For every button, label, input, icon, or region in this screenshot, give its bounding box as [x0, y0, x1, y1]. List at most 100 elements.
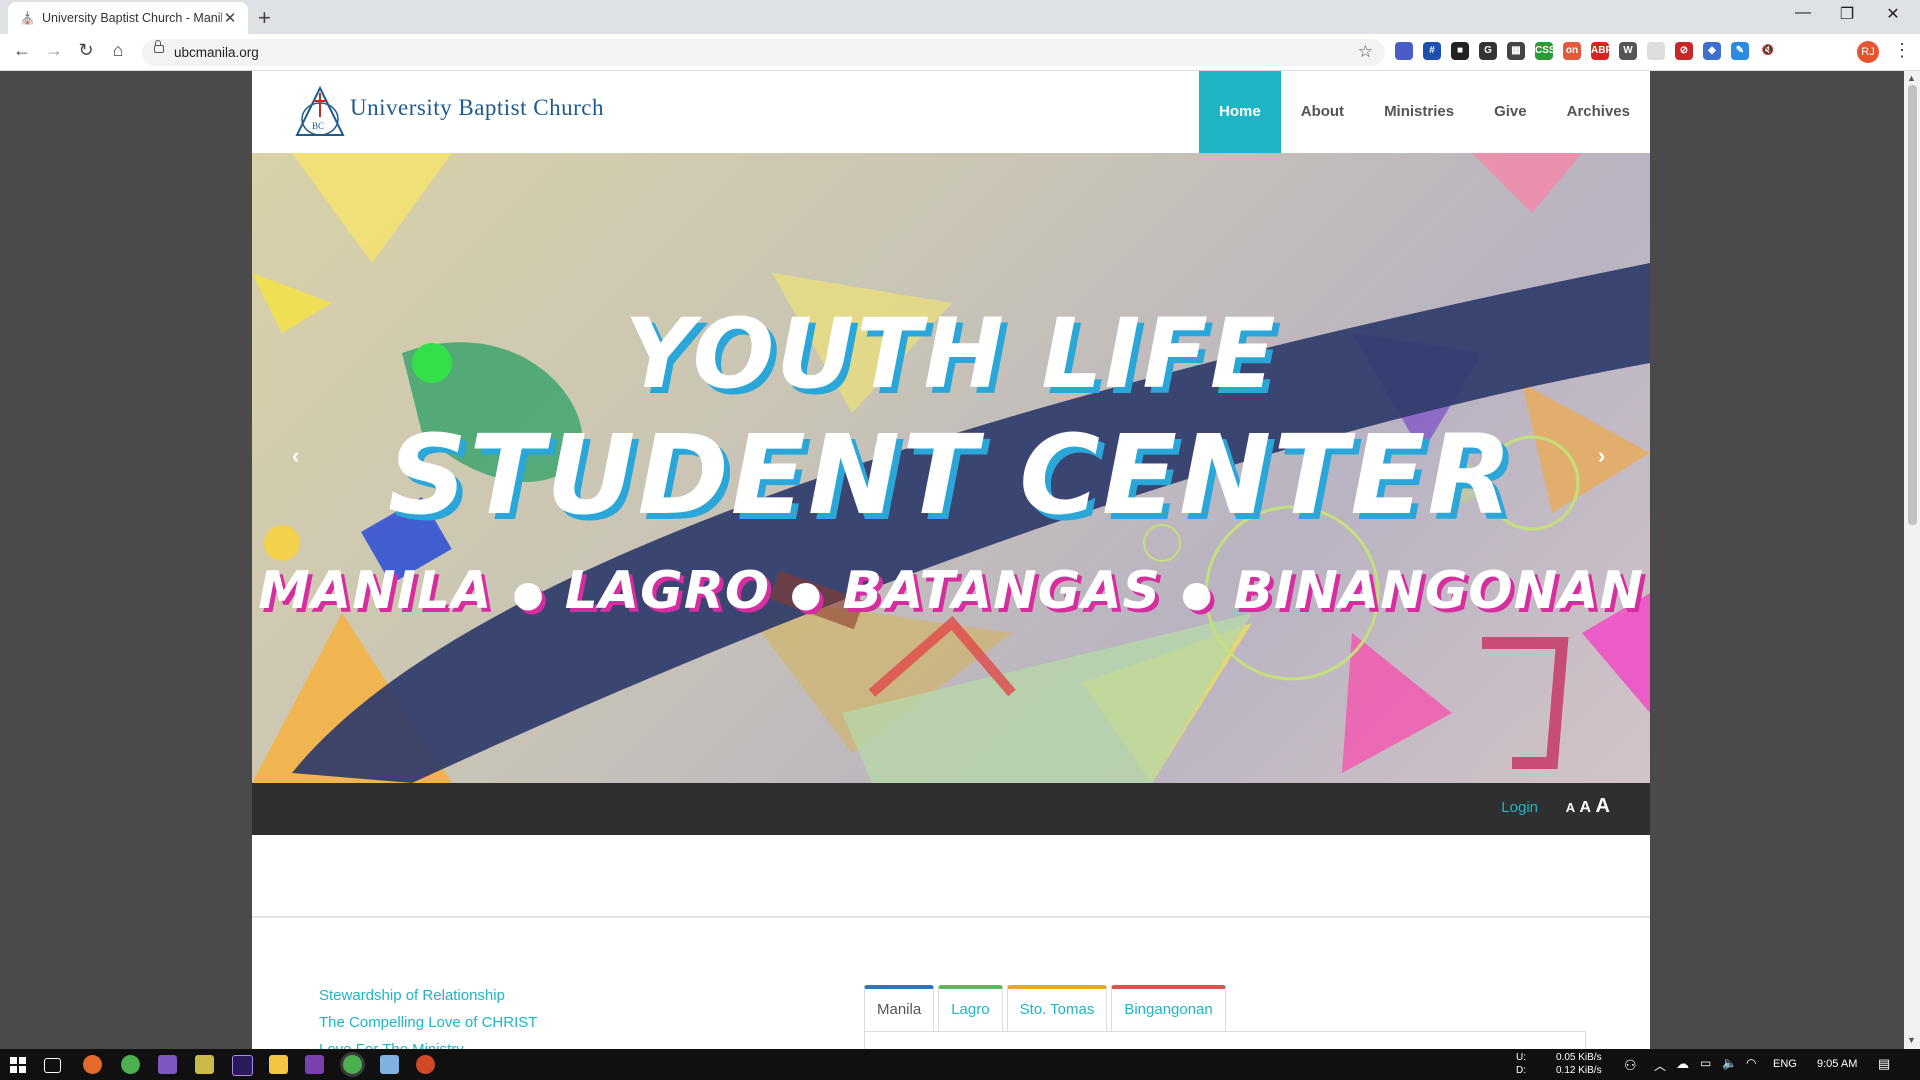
hero-title-line2: STUDENT CENTER — [387, 411, 1515, 539]
hero-slider[interactable]: YOUTH LIFE STUDENT CENTER MANILA ● LAGRO ● B… — [252, 153, 1650, 783]
nav-home[interactable]: Home — [1199, 71, 1281, 153]
chrome-taskbar-icon[interactable] — [121, 1055, 140, 1074]
browser-tab[interactable]: ⛪ University Baptist Church - Manila ✕ — [8, 2, 248, 34]
bookmark-star-icon[interactable]: ☆ — [1358, 42, 1373, 62]
tray-chevron-icon[interactable]: ︿ — [1654, 1057, 1666, 1074]
profile-avatar[interactable]: RJ — [1857, 41, 1879, 63]
abp-ext-icon[interactable]: ABP — [1591, 42, 1612, 60]
nav-about[interactable]: About — [1281, 71, 1364, 153]
people-icon[interactable]: ⚇ — [1624, 1057, 1637, 1074]
reload-icon[interactable]: ↻ — [74, 40, 98, 61]
url-text[interactable]: ubcmanila.org — [174, 45, 259, 60]
g-ext-icon[interactable]: G — [1479, 42, 1497, 60]
notepad-icon[interactable] — [380, 1055, 399, 1074]
net-up-label: U: — [1516, 1052, 1526, 1063]
browser-menu-icon[interactable]: ⋮ — [1893, 40, 1911, 61]
wp-ext-icon[interactable]: W — [1619, 42, 1637, 60]
wifi-icon[interactable]: ◠ — [1746, 1056, 1756, 1070]
green-ext-icon[interactable]: CSS — [1535, 42, 1556, 60]
qr-ext-icon[interactable]: ▦ — [1507, 42, 1525, 60]
visual-studio-icon[interactable] — [158, 1055, 177, 1074]
home-icon[interactable]: ⌂ — [106, 40, 130, 61]
square-ext-icon[interactable]: ■ — [1451, 42, 1469, 60]
close-tab-icon[interactable]: ✕ — [222, 9, 238, 27]
nav-archives[interactable]: Archives — [1547, 71, 1650, 153]
slider-prev-icon[interactable]: ‹ — [292, 443, 299, 469]
battery-icon[interactable]: ▭ — [1700, 1056, 1711, 1070]
font-size-small[interactable]: A — [1566, 800, 1575, 815]
bullet-icon: ● — [790, 573, 823, 615]
browser-toolbar: ← → ↻ ⌂ ubcmanila.org ☆ # ■ G ▦ CSS on ABP W ⊘ ◆ ✎… — [0, 34, 1920, 71]
new-tab-icon[interactable]: + — [258, 5, 271, 31]
hero-location: BINANGONAN — [1233, 561, 1644, 621]
article-link[interactable]: Stewardship of Relationship — [319, 982, 537, 1009]
shield-ext-icon[interactable] — [1395, 42, 1413, 60]
task-view-icon[interactable] — [44, 1058, 61, 1073]
scroll-down-icon[interactable]: ▼ — [1907, 1035, 1916, 1045]
location-tabs: Manila Lagro Sto. Tomas Bingangonan — [864, 985, 1226, 1031]
tab-sto-tomas[interactable]: Sto. Tomas — [1006, 985, 1108, 1031]
tab-bingangonan[interactable]: Bingangonan — [1111, 985, 1226, 1031]
login-link[interactable]: Login — [1501, 799, 1538, 816]
article-link[interactable]: The Compelling Love of CHRIST — [319, 1009, 537, 1036]
font-size-medium[interactable]: A — [1580, 799, 1592, 816]
net-up-speed: 0.05 KiB/s — [1556, 1052, 1602, 1063]
svg-text:BC: BC — [312, 121, 324, 131]
section-divider — [252, 916, 1650, 918]
slider-next-icon[interactable]: › — [1598, 443, 1605, 469]
clock[interactable]: 9:05 AM — [1817, 1058, 1857, 1070]
red-ext-icon[interactable]: on — [1563, 42, 1581, 60]
blue-ext-icon[interactable]: ◆ — [1703, 42, 1721, 60]
onedrive-icon[interactable]: ☁ — [1676, 1056, 1689, 1072]
scroll-up-icon[interactable]: ▲ — [1907, 73, 1916, 83]
lock-icon — [154, 40, 164, 53]
onenote-icon[interactable] — [305, 1055, 324, 1074]
chrome-active-icon[interactable] — [343, 1055, 362, 1074]
block-ext-icon[interactable]: ⊘ — [1675, 42, 1693, 60]
hero-location: BATANGAS — [842, 561, 1162, 621]
site-brand[interactable]: University Baptist Church — [350, 95, 604, 121]
hero-location: LAGRO — [564, 561, 771, 621]
volume-icon[interactable]: 🔈 — [1722, 1056, 1737, 1070]
blank-ext-icon[interactable] — [1647, 42, 1665, 60]
close-window-icon[interactable]: ✕ — [1873, 4, 1913, 24]
nav-give[interactable]: Give — [1474, 71, 1547, 153]
church-logo-icon[interactable]: BC — [294, 85, 346, 139]
nav-ministries[interactable]: Ministries — [1364, 71, 1474, 153]
premiere-icon[interactable] — [232, 1055, 253, 1076]
app-icon[interactable] — [195, 1055, 214, 1074]
main-nav: Home About Ministries Give Archives — [1199, 71, 1650, 153]
pen-ext-icon[interactable]: ✎ — [1731, 42, 1749, 60]
page-scrollbar[interactable]: ▲ ▼ — [1904, 71, 1920, 1049]
frame-ext-icon[interactable]: # — [1423, 42, 1441, 60]
back-icon[interactable]: ← — [10, 40, 34, 61]
forward-icon[interactable]: → — [42, 40, 66, 61]
font-size-large[interactable]: A — [1596, 795, 1610, 817]
tab-title: University Baptist Church - Manila — [42, 11, 222, 25]
notifications-icon[interactable]: ▤ — [1878, 1056, 1890, 1072]
tab-lagro[interactable]: Lagro — [938, 985, 1003, 1031]
extensions-area: # ■ G ▦ CSS on ABP W ⊘ ◆ ✎ 🔇 — [1395, 42, 1777, 60]
file-explorer-icon[interactable] — [269, 1055, 288, 1074]
restore-icon[interactable]: ❐ — [1827, 4, 1867, 24]
hero-locations: MANILA ● LAGRO ● BATANGAS ● BINANGONAN — [252, 561, 1650, 621]
hero-title-line1: YOUTH LIFE — [624, 298, 1278, 410]
windows-start-icon[interactable] — [10, 1057, 26, 1073]
font-size-controls: A A A — [1566, 795, 1610, 818]
net-down-label: D: — [1516, 1065, 1526, 1076]
address-bar[interactable]: ubcmanila.org ☆ — [142, 39, 1385, 66]
minimize-icon[interactable]: — — [1783, 4, 1823, 22]
powerpoint-icon[interactable] — [416, 1055, 435, 1074]
page-viewport: BC University Baptist Church Home About … — [0, 71, 1904, 1049]
mute-ext-icon[interactable]: 🔇 — [1759, 42, 1777, 60]
tab-panel — [864, 1031, 1586, 1049]
site-header: BC University Baptist Church Home About … — [252, 71, 1650, 153]
site-favicon-icon: ⛪ — [20, 11, 35, 25]
tab-manila[interactable]: Manila — [864, 985, 935, 1031]
language-indicator[interactable]: ENG — [1773, 1058, 1797, 1070]
firefox-icon[interactable] — [83, 1055, 102, 1074]
hero-location: MANILA — [258, 561, 493, 621]
site-container: BC University Baptist Church Home About … — [252, 71, 1650, 1049]
article-link[interactable]: Love For The Ministry — [319, 1036, 537, 1049]
scroll-thumb[interactable] — [1908, 85, 1917, 525]
